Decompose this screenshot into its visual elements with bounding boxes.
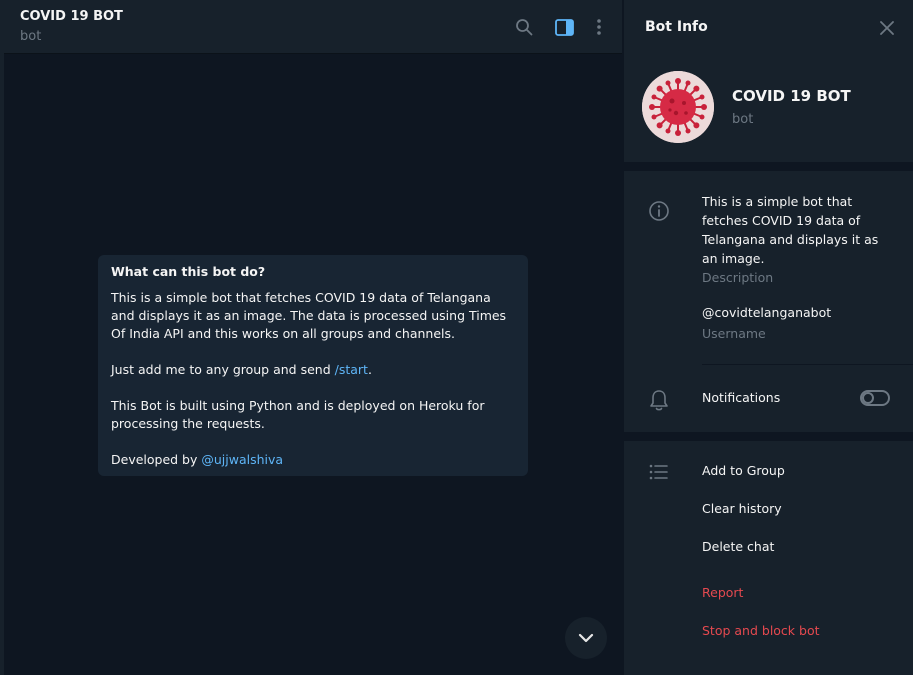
bot-username[interactable]: @covidtelanganabot	[702, 305, 831, 320]
bot-subtitle: bot	[732, 112, 754, 127]
bot-avatar[interactable]	[642, 71, 714, 143]
close-panel-button[interactable]	[876, 17, 898, 39]
developer-mention-link[interactable]: @ujjwalshiva	[201, 452, 283, 467]
chevron-down-icon	[578, 633, 594, 643]
intro-title: What can this bot do?	[111, 264, 266, 279]
more-menu-button[interactable]	[587, 15, 611, 39]
stop-and-block-bot-button[interactable]: Stop and block bot	[702, 623, 820, 638]
start-command-link[interactable]: /start	[335, 362, 368, 377]
search-icon	[516, 19, 533, 36]
chat-header[interactable]: COVID 19 BOT bot	[4, 0, 622, 54]
panel-title: Bot Info	[645, 19, 708, 35]
bot-name: COVID 19 BOT	[732, 87, 851, 105]
intro-paragraph: This Bot is built using Python and is de…	[111, 398, 485, 431]
intro-paragraph-start: Just add me to any group and send /start…	[111, 361, 515, 379]
toggle-knob	[862, 392, 874, 404]
intro-paragraph: This is a simple bot that fetches COVID …	[111, 290, 507, 341]
notifications-toggle[interactable]	[860, 390, 890, 406]
chat-title[interactable]: COVID 19 BOT	[20, 9, 123, 24]
divider	[702, 364, 913, 365]
virus-avatar	[642, 71, 714, 143]
scroll-to-bottom-button[interactable]	[565, 617, 607, 659]
delete-chat-button[interactable]: Delete chat	[702, 539, 774, 554]
info-icon	[649, 201, 669, 221]
notifications-label: Notifications	[702, 390, 781, 405]
report-button[interactable]: Report	[702, 585, 743, 600]
description-label: Description	[702, 270, 774, 285]
intro-text: Just add me to any group and send	[111, 362, 335, 377]
chat-area: COVID 19 BOT bot What can this bot do? T…	[4, 0, 622, 675]
section-separator	[624, 162, 913, 171]
intro-text: .	[367, 362, 372, 377]
list-icon	[649, 464, 668, 480]
toggle-info-panel-button[interactable]	[552, 15, 576, 39]
intro-developer: Developed by @ujjwalshiva	[111, 451, 515, 469]
more-vertical-icon	[597, 19, 601, 35]
bot-description: This is a simple bot that fetches COVID …	[702, 194, 879, 266]
add-to-group-button[interactable]: Add to Group	[702, 463, 785, 478]
section-separator	[624, 432, 913, 441]
chat-subtitle: bot	[20, 29, 42, 44]
bot-intro-card: What can this bot do? This is a simple b…	[98, 255, 528, 476]
close-icon	[880, 21, 894, 35]
bell-icon	[650, 390, 668, 411]
bot-info-panel: Bot Info COVID 19 BOT bot This is a simp…	[624, 0, 913, 675]
search-button[interactable]	[512, 15, 536, 39]
username-label: Username	[702, 326, 766, 341]
intro-text: Developed by	[111, 452, 202, 467]
sidebar-toggle-icon	[554, 18, 574, 36]
clear-history-button[interactable]: Clear history	[702, 501, 782, 516]
